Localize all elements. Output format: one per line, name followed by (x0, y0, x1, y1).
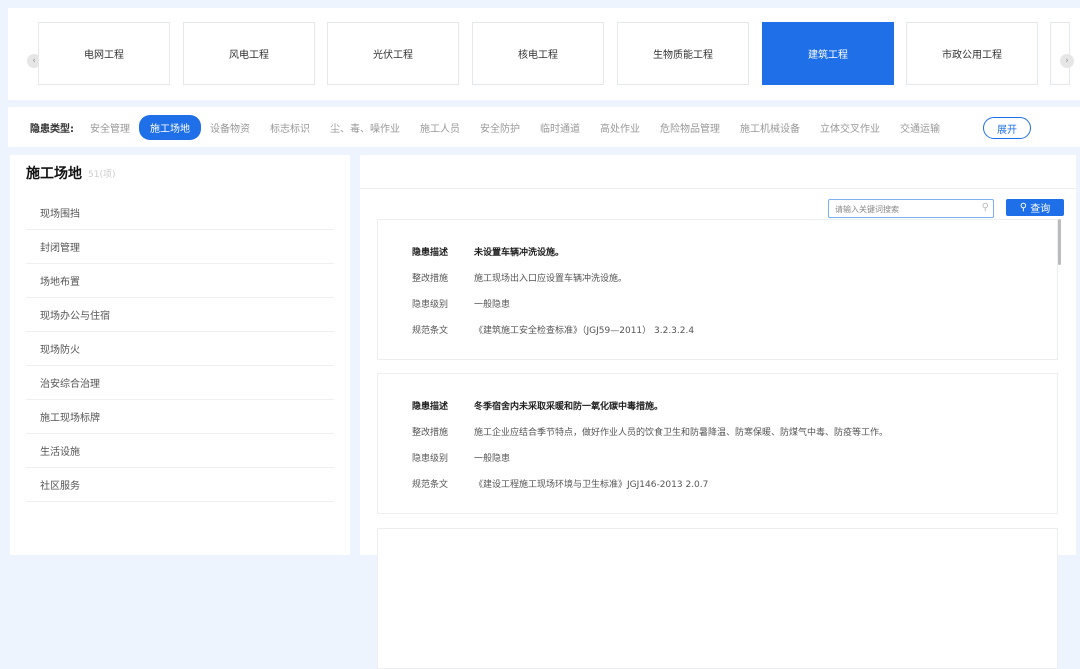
category-carousel: ‹ 电网工程 风电工程 光伏工程 核电工程 生物质能工程 建筑工程 市政公用工程… (8, 8, 1080, 100)
list-item[interactable]: 现场围挡 (26, 196, 334, 230)
search-icon: ⚲ (1019, 202, 1031, 213)
filter-chip[interactable]: 危险物品管理 (660, 120, 720, 135)
filter-chip[interactable]: 施工人员 (420, 120, 460, 135)
list-item[interactable]: 社区服务 (26, 468, 334, 502)
category-tab[interactable]: 光伏工程 (327, 22, 459, 85)
hazard-description: 未设置车辆冲洗设施。 (474, 248, 565, 258)
category-tab[interactable]: 市政公用工程 (906, 22, 1038, 85)
hazard-level: 一般隐患 (474, 300, 511, 310)
subcategory-panel: 施工场地 51(项) 现场围挡 封闭管理 场地布置 现场办公与住宿 现场防火 治… (10, 155, 350, 555)
hazard-standard: 《建筑施工安全检查标准》（JGJ59—2011） 3.2.3.2.4 (474, 326, 695, 336)
filter-bar: 隐患类型: 安全管理 施工场地 设备物资 标志标识 尘、毒、噪作业 施工人员 安… (8, 107, 1080, 147)
hazard-card (377, 528, 1058, 669)
search-input[interactable]: 请输入关键词搜索 ⚲ (828, 199, 994, 218)
category-tab-active[interactable]: 建筑工程 (762, 22, 894, 85)
filter-chip[interactable]: 立体交叉作业 (820, 120, 880, 135)
filter-chip[interactable]: 高处作业 (600, 120, 640, 135)
filter-chip-active[interactable]: 施工场地 (139, 114, 201, 140)
filter-chip[interactable]: 交通运输 (900, 120, 940, 135)
category-tab[interactable]: 核电工程 (472, 22, 604, 85)
hazard-standard: 《建设工程施工现场环境与卫生标准》JGJ146-2013 2.0.7 (474, 480, 709, 490)
hazard-fix: 施工现场出入口应设置车辆冲洗设施。 (474, 274, 628, 284)
search-button-label: 查询 (1030, 204, 1051, 215)
filter-label: 隐患类型: (30, 123, 74, 135)
results-panel: 请输入关键词搜索 ⚲ ⚲ 查询 隐患描述 未设置车辆冲洗设施。 整改措施 施工现场出… (360, 155, 1076, 669)
search-button[interactable]: ⚲ 查询 (1006, 199, 1064, 216)
hazard-description: 冬季宿舍内未采取采暖和防一氧化碳中毒措施。 (474, 402, 664, 412)
field-label: 规范条文 (412, 480, 449, 490)
field-label: 隐患级别 (412, 454, 449, 464)
expand-button[interactable]: 展开 (983, 117, 1031, 139)
hazard-card: 隐患描述 未设置车辆冲洗设施。 整改措施 施工现场出入口应设置车辆冲洗设施。 隐患级… (377, 219, 1058, 360)
field-label: 隐患级别 (412, 300, 449, 310)
list-item[interactable]: 治安综合治理 (26, 366, 334, 400)
filter-chip[interactable]: 安全防护 (480, 120, 520, 135)
filter-chip[interactable]: 临时通道 (540, 120, 580, 135)
category-tab[interactable]: 生物质能工程 (617, 22, 749, 85)
search-icon: ⚲ (981, 202, 989, 213)
filter-chip[interactable]: 安全管理 (90, 120, 130, 135)
list-item[interactable]: 现场办公与住宿 (26, 298, 334, 332)
field-label: 整改措施 (412, 274, 449, 284)
hazard-level: 一般隐患 (474, 454, 511, 464)
category-tab[interactable]: 电网工程 (38, 22, 170, 85)
category-tab[interactable]: 风电工程 (183, 22, 315, 85)
list-item[interactable]: 生活设施 (26, 434, 334, 468)
filter-chip[interactable]: 尘、毒、噪作业 (330, 120, 400, 135)
list-item[interactable]: 现场防火 (26, 332, 334, 366)
field-label: 隐患描述 (412, 402, 449, 412)
item-count: 51(项) (88, 170, 116, 180)
hazard-card: 隐患描述 冬季宿舍内未采取采暖和防一氧化碳中毒措施。 整改措施 施工企业应结合季节特… (377, 373, 1058, 514)
field-label: 隐患描述 (412, 248, 449, 258)
next-arrow-icon[interactable]: › (1060, 54, 1074, 68)
hazard-fix: 施工企业应结合季节特点，做好作业人员的饮食卫生和防暑降温、防寒保暖、防煤气中毒、… (474, 428, 889, 438)
list-item[interactable]: 施工现场标牌 (26, 400, 334, 434)
filter-chip[interactable]: 标志标识 (270, 120, 310, 135)
scrollbar[interactable] (1058, 219, 1061, 265)
search-placeholder: 请输入关键词搜索 (835, 205, 899, 214)
filter-chip[interactable]: 施工机械设备 (740, 120, 800, 135)
filter-chip[interactable]: 设备物资 (210, 120, 250, 135)
panel-title: 施工场地 (26, 166, 82, 182)
field-label: 整改措施 (412, 428, 449, 438)
list-item[interactable]: 封闭管理 (26, 230, 334, 264)
field-label: 规范条文 (412, 326, 449, 336)
results-header (360, 155, 1076, 189)
list-item[interactable]: 场地布置 (26, 264, 334, 298)
